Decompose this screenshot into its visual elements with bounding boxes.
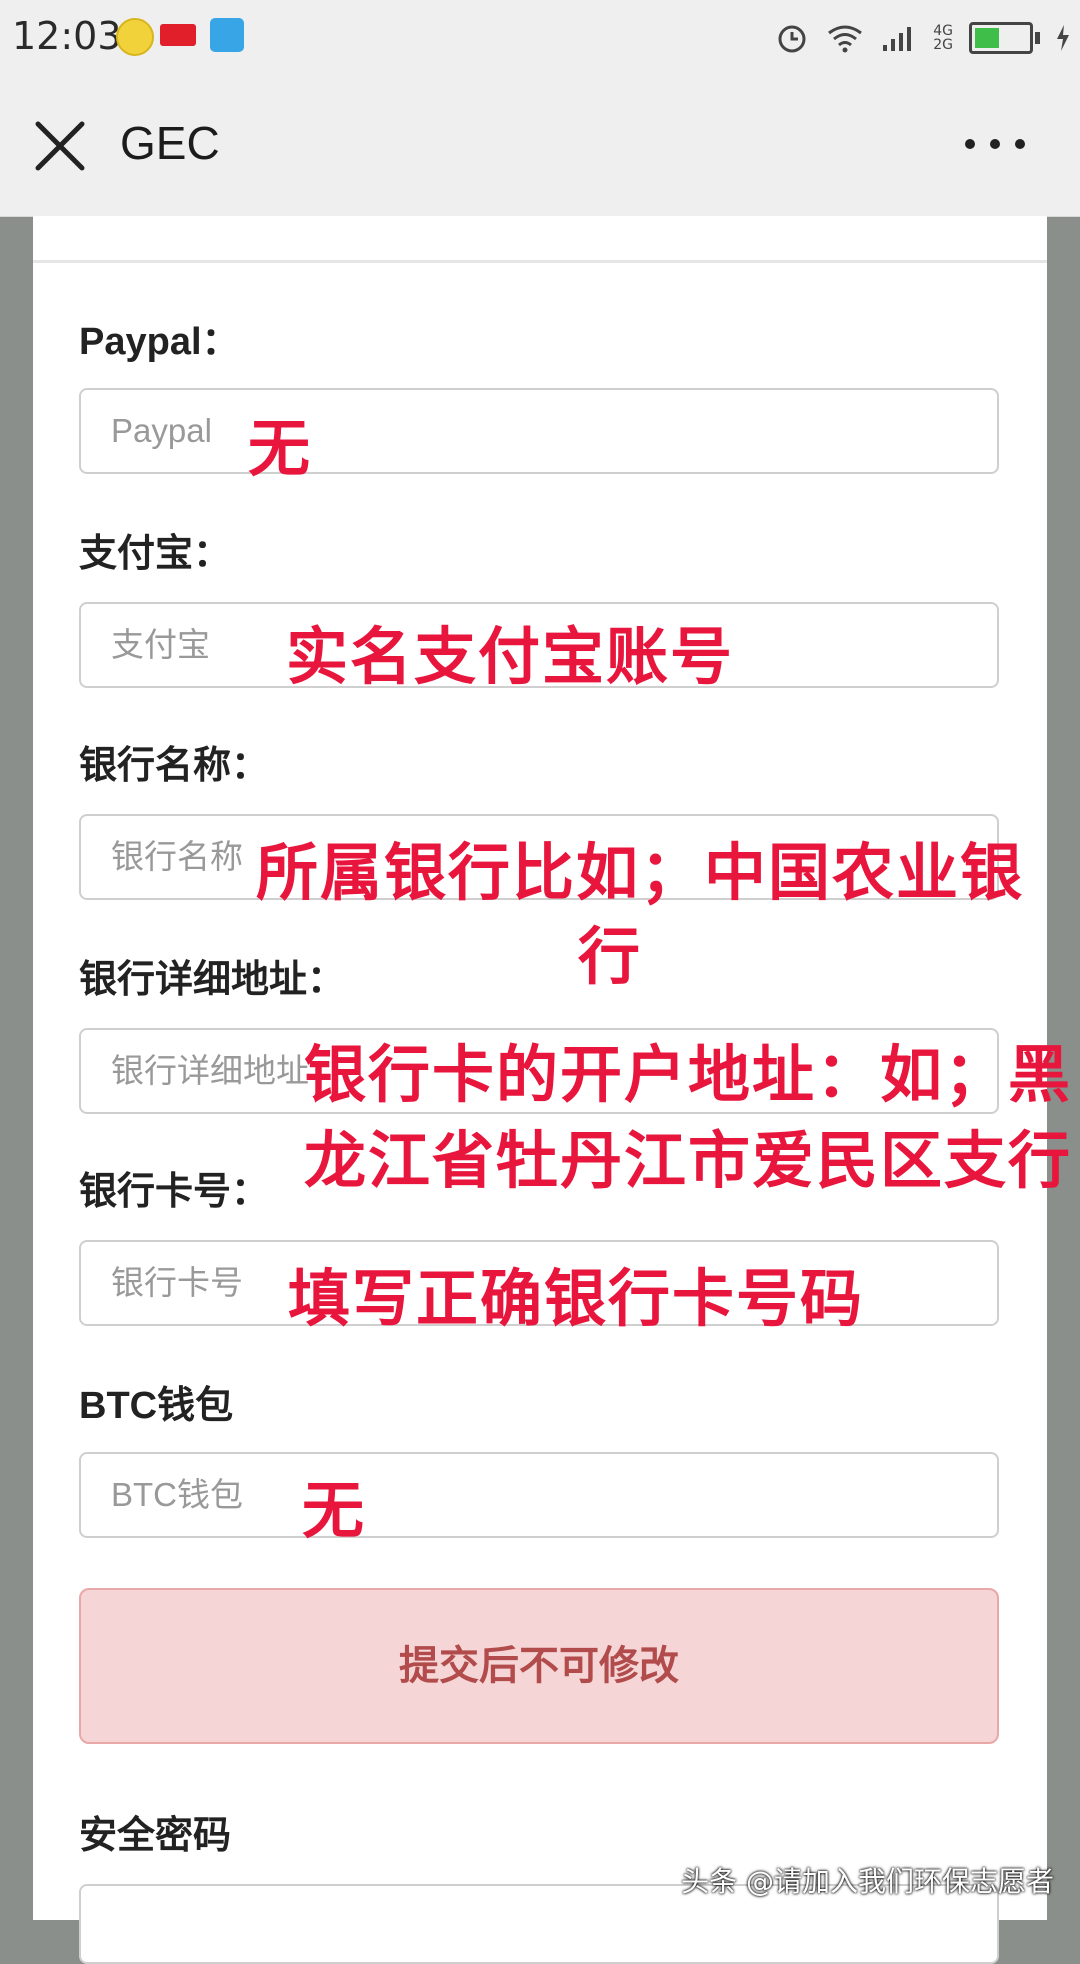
status-time: 12:03 (12, 14, 122, 58)
annotation-card-number: 填写正确银行卡号码 (288, 1262, 865, 1335)
paypal-input[interactable]: Paypal (79, 388, 999, 474)
battery-cap (1035, 32, 1040, 44)
alipay-label: 支付宝： (79, 533, 232, 575)
nav-bar: GEC (0, 76, 1080, 217)
btc-wallet-label: BTC钱包 (79, 1385, 234, 1427)
status-bar: 12:03 4G 2G (0, 0, 1080, 76)
bank-address-label: 银行详细地址： (79, 959, 346, 1001)
close-icon[interactable] (30, 116, 90, 176)
network-type: 4G 2G (933, 23, 953, 53)
annotation-alipay: 实名支付宝账号 (286, 620, 735, 693)
annotation-bank-name-cont: 行 (578, 920, 643, 993)
coin-app-icon (116, 18, 154, 56)
card-number-label: 银行卡号： (79, 1171, 270, 1213)
bank-name-label: 银行名称： (79, 745, 270, 787)
annotation-paypal: 无 (248, 412, 313, 485)
status-indicators: 4G 2G (775, 18, 1070, 58)
btc-wallet-input[interactable]: BTC钱包 (79, 1452, 999, 1538)
annotation-bank-address-cont: 龙江省牡丹江市爱民区支行 (304, 1124, 1073, 1197)
alarm-icon (778, 25, 806, 53)
submit-button[interactable]: 提交后不可修改 (79, 1588, 999, 1744)
paypal-label: Paypal： (79, 321, 240, 363)
wifi-icon (828, 25, 863, 53)
page-title: GEC (120, 117, 220, 169)
divider (33, 260, 1047, 263)
security-password-label: 安全密码 (79, 1815, 232, 1857)
battery-app-icon (210, 18, 244, 52)
annotation-bank-address: 银行卡的开户地址：如；黑 (304, 1038, 1073, 1111)
battery-icon (969, 22, 1033, 54)
news-app-icon (160, 24, 196, 46)
charging-icon (1057, 25, 1069, 51)
annotation-btc: 无 (302, 1474, 367, 1547)
signal-icon (883, 27, 912, 51)
annotation-bank-name: 所属银行比如；中国农业银 (256, 836, 1025, 909)
more-icon[interactable] (960, 124, 1030, 164)
watermark: 头条 @请加入我们环保志愿者 (681, 1865, 1054, 1898)
